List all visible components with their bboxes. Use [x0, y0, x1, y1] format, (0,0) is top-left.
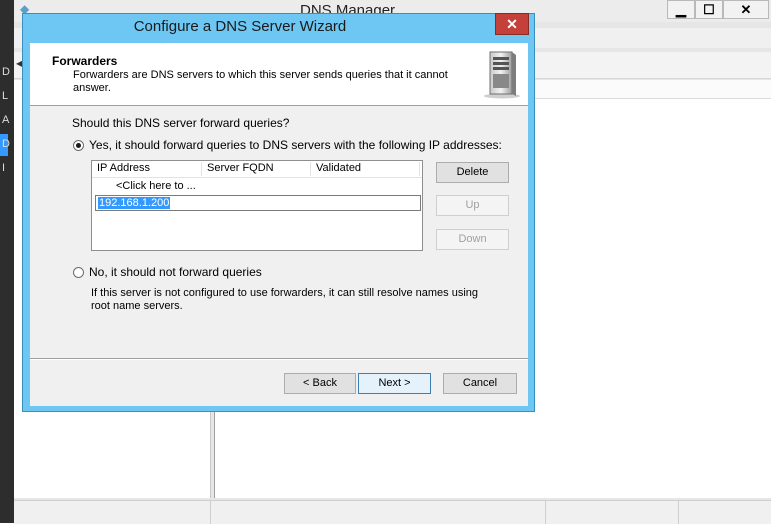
- ip-address-value: 192.168.1.200: [98, 197, 171, 209]
- back-button[interactable]: < Back: [284, 373, 356, 394]
- status-separator: [210, 501, 211, 524]
- add-row-placeholder[interactable]: <Click here to ...: [116, 180, 196, 192]
- ip-address-input[interactable]: 192.168.1.200: [95, 195, 421, 211]
- radio-forward-yes[interactable]: Yes, it should forward queries to DNS se…: [73, 138, 502, 152]
- tree-label: I: [2, 162, 6, 174]
- tree-label: D: [2, 138, 10, 150]
- column-validated[interactable]: Validated: [311, 162, 420, 176]
- close-button[interactable]: ✕: [723, 0, 769, 19]
- up-button[interactable]: Up: [436, 195, 509, 216]
- wizard-title: Configure a DNS Server Wizard: [133, 18, 347, 35]
- column-server-fqdn[interactable]: Server FQDN: [202, 162, 311, 176]
- page-title: Forwarders: [52, 54, 118, 68]
- forward-question: Should this DNS server forward queries?: [72, 116, 290, 130]
- server-icon: [484, 51, 520, 99]
- dns-wizard-dialog: Configure a DNS Server Wizard ✕ Forwarde…: [22, 13, 535, 412]
- status-bar: [14, 500, 771, 524]
- wizard-header: Forwarders Forwarders are DNS servers to…: [30, 43, 528, 106]
- minimize-button[interactable]: ▁: [667, 0, 695, 19]
- status-separator: [545, 501, 546, 524]
- radio-no-label: No, it should not forward queries: [89, 265, 262, 279]
- page-description: Forwarders are DNS servers to which this…: [73, 69, 448, 94]
- radio-button[interactable]: [73, 266, 84, 278]
- radio-yes-label: Yes, it should forward queries to DNS se…: [89, 138, 502, 152]
- footer-divider-highlight: [30, 359, 528, 360]
- next-button[interactable]: Next >: [358, 373, 431, 394]
- down-button[interactable]: Down: [436, 229, 509, 250]
- delete-button[interactable]: Delete: [436, 162, 509, 183]
- radio-button[interactable]: [73, 139, 84, 151]
- tree-label: A: [2, 114, 10, 126]
- tree-clipped-labels: D L A D I: [2, 60, 14, 180]
- wizard-client-area: Forwarders Forwarders are DNS servers to…: [30, 43, 528, 406]
- status-separator: [678, 501, 679, 524]
- forwarders-list[interactable]: IP Address Server FQDN Validated <Click …: [91, 160, 423, 251]
- radio-forward-no[interactable]: No, it should not forward queries: [73, 265, 262, 279]
- cancel-button[interactable]: Cancel: [443, 373, 517, 394]
- maximize-button[interactable]: ☐: [695, 0, 723, 19]
- tree-label: L: [2, 90, 9, 102]
- wizard-close-button[interactable]: ✕: [495, 13, 529, 35]
- no-forward-description: If this server is not configured to use …: [91, 287, 479, 312]
- list-header: IP Address Server FQDN Validated: [92, 161, 422, 178]
- tree-label: D: [2, 66, 10, 78]
- column-ip-address[interactable]: IP Address: [92, 162, 202, 176]
